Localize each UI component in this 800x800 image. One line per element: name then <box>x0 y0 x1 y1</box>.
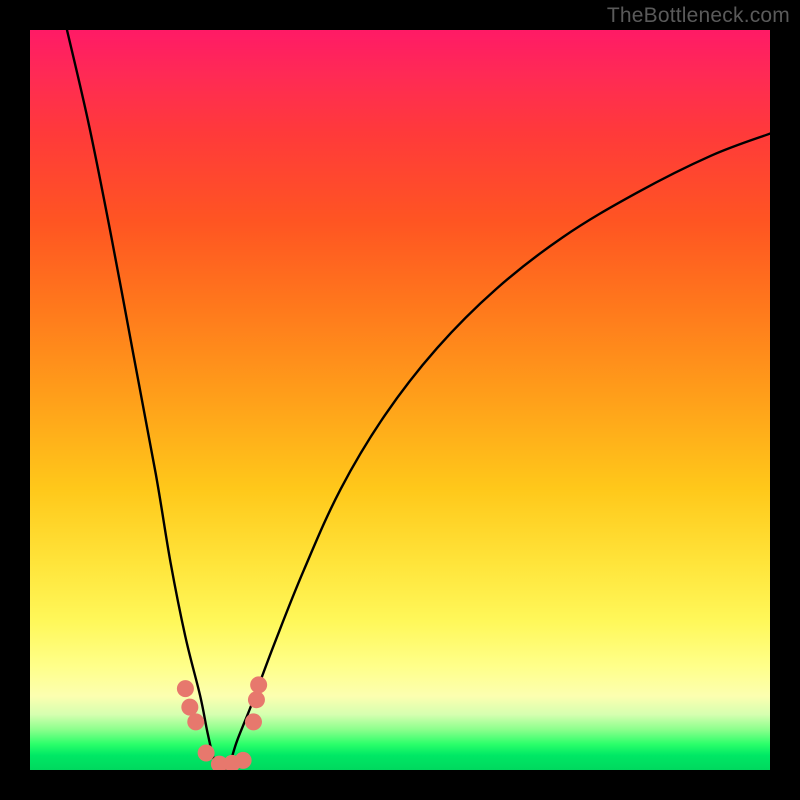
data-marker <box>235 752 252 769</box>
mismatch-curve <box>67 30 770 770</box>
data-marker <box>181 699 198 716</box>
data-marker <box>245 713 262 730</box>
chart-frame: TheBottleneck.com <box>0 0 800 800</box>
curve-layer <box>30 30 770 770</box>
plot-area <box>30 30 770 770</box>
watermark-text: TheBottleneck.com <box>607 4 790 28</box>
data-marker <box>198 744 215 761</box>
data-marker <box>250 676 267 693</box>
data-marker <box>177 680 194 697</box>
data-marker <box>248 691 265 708</box>
data-marker <box>187 713 204 730</box>
